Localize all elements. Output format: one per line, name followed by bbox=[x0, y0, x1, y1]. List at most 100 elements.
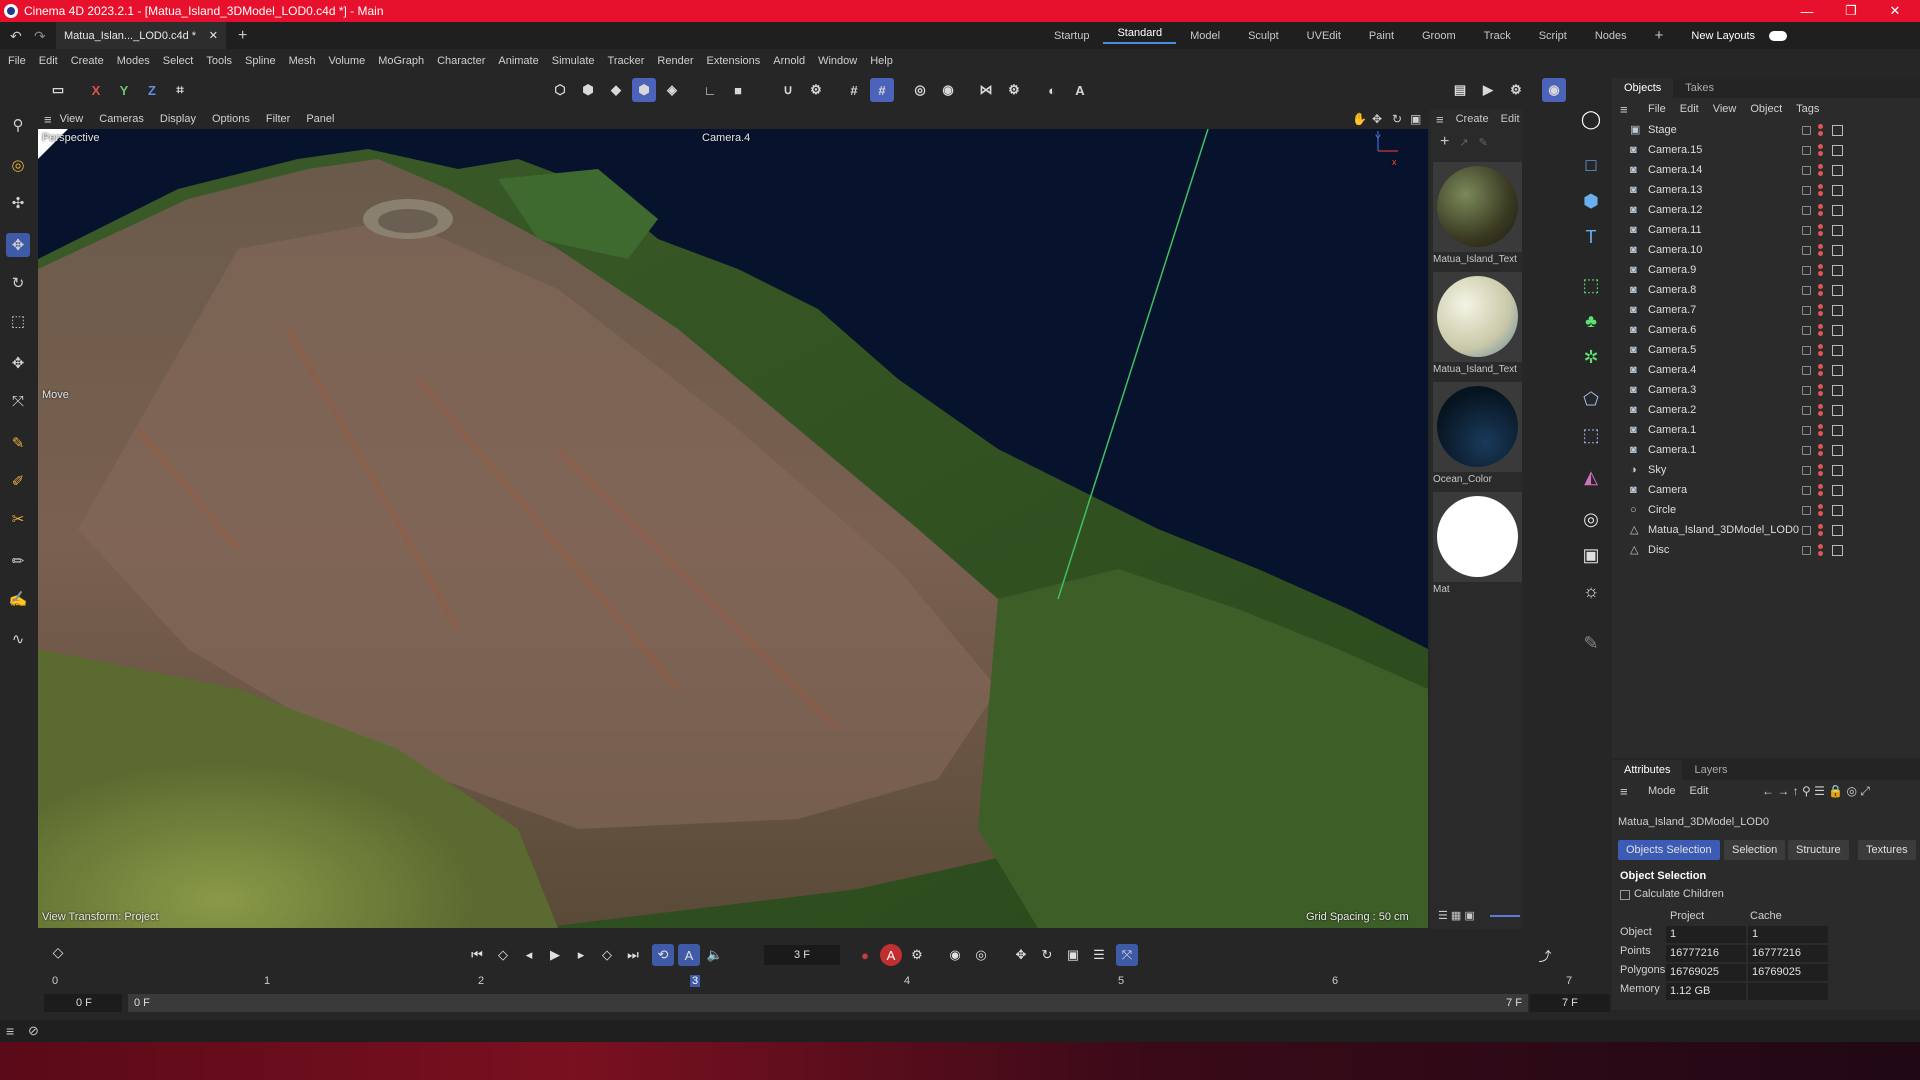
axis-x-button[interactable]: X bbox=[84, 78, 108, 102]
material-swatch[interactable] bbox=[1433, 492, 1522, 582]
cube-outline-icon[interactable]: □ bbox=[1578, 152, 1604, 178]
visibility-toggle[interactable] bbox=[1802, 245, 1811, 255]
render-picture-viewer-icon[interactable]: ▶ bbox=[1476, 78, 1500, 102]
material-menu-create[interactable]: Create bbox=[1456, 113, 1489, 125]
coordinate-system-icon[interactable]: ⌗ bbox=[168, 78, 192, 102]
visibility-toggle[interactable] bbox=[1802, 145, 1811, 155]
menu-edit[interactable]: Edit bbox=[39, 55, 58, 67]
visibility-toggle[interactable] bbox=[1802, 285, 1811, 295]
layout-tab-sculpt[interactable]: Sculpt bbox=[1234, 30, 1293, 42]
tag-icon[interactable]: ✎ bbox=[1578, 630, 1604, 656]
deformer-icon[interactable]: ◐ bbox=[1040, 78, 1064, 102]
viewport-hamburger-icon[interactable]: ≡ bbox=[44, 112, 52, 127]
visibility-toggle[interactable] bbox=[1802, 165, 1811, 175]
object-tag-icon[interactable] bbox=[1832, 124, 1843, 136]
solo-icon[interactable]: ■ bbox=[726, 78, 750, 102]
playhead[interactable]: 3 bbox=[690, 975, 701, 987]
menu-mesh[interactable]: Mesh bbox=[289, 55, 316, 67]
attributes-hamburger-icon[interactable]: ≡ bbox=[1620, 784, 1628, 799]
tab-objects[interactable]: Objects bbox=[1612, 78, 1674, 98]
editor-render-dots[interactable] bbox=[1818, 264, 1824, 276]
object-tag-icon[interactable] bbox=[1832, 304, 1843, 316]
menu-file[interactable]: File bbox=[8, 55, 26, 67]
editor-render-dots[interactable] bbox=[1818, 244, 1824, 256]
select-tool-icon[interactable]: ◎ bbox=[6, 153, 30, 177]
material-swatch[interactable] bbox=[1433, 162, 1522, 252]
cloner-icon[interactable]: ♣ bbox=[1578, 308, 1604, 334]
visibility-toggle[interactable] bbox=[1802, 185, 1811, 195]
interactive-render-icon[interactable]: ◉ bbox=[1542, 78, 1566, 102]
menu-modes[interactable]: Modes bbox=[117, 55, 150, 67]
effector-icon[interactable]: ✲ bbox=[1578, 344, 1604, 370]
menu-help[interactable]: Help bbox=[870, 55, 893, 67]
viewport-menu-display[interactable]: Display bbox=[160, 113, 196, 125]
layout-tab-groom[interactable]: Groom bbox=[1408, 30, 1470, 42]
visibility-toggle[interactable] bbox=[1802, 365, 1811, 375]
editor-render-dots[interactable] bbox=[1818, 444, 1824, 456]
tab-layers[interactable]: Layers bbox=[1682, 764, 1739, 776]
visibility-toggle[interactable] bbox=[1802, 225, 1811, 235]
menu-spline[interactable]: Spline bbox=[245, 55, 276, 67]
object-row[interactable]: ○ Circle bbox=[1612, 500, 1920, 520]
visibility-toggle[interactable] bbox=[1802, 465, 1811, 475]
object-row[interactable]: ◙ Camera.1 bbox=[1612, 440, 1920, 460]
menu-window[interactable]: Window bbox=[818, 55, 857, 67]
menu-tools[interactable]: Tools bbox=[206, 55, 232, 67]
start-frame-field[interactable]: 0 F bbox=[44, 994, 122, 1012]
close-window-button[interactable]: ✕ bbox=[1872, 0, 1918, 22]
visibility-toggle[interactable] bbox=[1802, 325, 1811, 335]
objects-selection-button[interactable]: Objects Selection bbox=[1618, 840, 1720, 860]
key-position-icon[interactable]: ◉ bbox=[944, 944, 966, 966]
object-row[interactable]: ◑ Sky bbox=[1612, 460, 1920, 480]
object-row[interactable]: ◙ Camera.7 bbox=[1612, 300, 1920, 320]
tab-attributes[interactable]: Attributes bbox=[1612, 760, 1683, 780]
menu-mograph[interactable]: MoGraph bbox=[378, 55, 424, 67]
object-row[interactable]: ◙ Camera.14 bbox=[1612, 160, 1920, 180]
add-layout-icon[interactable]: + bbox=[1641, 27, 1678, 44]
prev-frame-icon[interactable]: ◂ bbox=[518, 944, 540, 966]
3d-viewport[interactable]: Perspective Camera.4 Move View Transform… bbox=[38, 129, 1428, 928]
objects-menu-tags[interactable]: Tags bbox=[1796, 103, 1819, 115]
object-tag-icon[interactable] bbox=[1832, 424, 1843, 436]
editor-render-dots[interactable] bbox=[1818, 504, 1824, 516]
add-tab-icon[interactable]: + bbox=[238, 27, 247, 45]
workplane-icon[interactable]: ∟ bbox=[698, 78, 722, 102]
auto-key-icon[interactable]: A bbox=[678, 944, 700, 966]
document-tab[interactable]: Matua_Islan..._LOD0.c4d * ✕ bbox=[56, 22, 226, 49]
next-frame-icon[interactable]: ▸ bbox=[570, 944, 592, 966]
editor-render-dots[interactable] bbox=[1818, 204, 1824, 216]
calculate-children-checkbox[interactable] bbox=[1620, 890, 1630, 900]
smooth-tool-icon[interactable]: ∿ bbox=[6, 627, 30, 651]
object-tag-icon[interactable] bbox=[1832, 224, 1843, 236]
object-tag-icon[interactable] bbox=[1832, 484, 1843, 496]
timeline-mode-icon[interactable]: ⤧ bbox=[1116, 944, 1138, 966]
scene-icon[interactable]: ◭ bbox=[1578, 464, 1604, 490]
tab-takes[interactable]: Takes bbox=[1673, 82, 1726, 94]
next-key-icon[interactable]: ◇ bbox=[596, 944, 618, 966]
menu-tracker[interactable]: Tracker bbox=[608, 55, 645, 67]
object-mode-icon[interactable]: ◯ bbox=[1578, 106, 1604, 132]
grid-snap-icon[interactable]: # bbox=[842, 78, 866, 102]
viewport-menu-filter[interactable]: Filter bbox=[266, 113, 290, 125]
object-tag-icon[interactable] bbox=[1832, 524, 1843, 536]
menu-simulate[interactable]: Simulate bbox=[552, 55, 595, 67]
object-tag-icon[interactable] bbox=[1832, 404, 1843, 416]
editor-render-dots[interactable] bbox=[1818, 404, 1824, 416]
layout-tab-track[interactable]: Track bbox=[1470, 30, 1525, 42]
object-row[interactable]: △ Disc bbox=[1612, 540, 1920, 560]
play-icon[interactable]: ▶ bbox=[544, 944, 566, 966]
symmetry-icon[interactable]: ◉ bbox=[936, 78, 960, 102]
go-to-end-icon[interactable]: ⏭ bbox=[622, 944, 644, 966]
viewport-menu-cameras[interactable]: Cameras bbox=[99, 113, 144, 125]
layout-tab-model[interactable]: Model bbox=[1176, 30, 1234, 42]
timeline-ruler[interactable]: 0 1 2 3 4 5 6 7 bbox=[52, 975, 1572, 991]
viewport-menu-options[interactable]: Options bbox=[212, 113, 250, 125]
autokey-record-icon[interactable]: A bbox=[880, 944, 902, 966]
render-region-icon[interactable]: ▭ bbox=[46, 78, 70, 102]
editor-render-dots[interactable] bbox=[1818, 464, 1824, 476]
object-tag-icon[interactable] bbox=[1832, 364, 1843, 376]
object-row[interactable]: ▣ Stage bbox=[1612, 120, 1920, 140]
object-tag-icon[interactable] bbox=[1832, 544, 1843, 556]
menu-volume[interactable]: Volume bbox=[329, 55, 366, 67]
sound-icon[interactable]: 🔈 bbox=[704, 944, 726, 966]
